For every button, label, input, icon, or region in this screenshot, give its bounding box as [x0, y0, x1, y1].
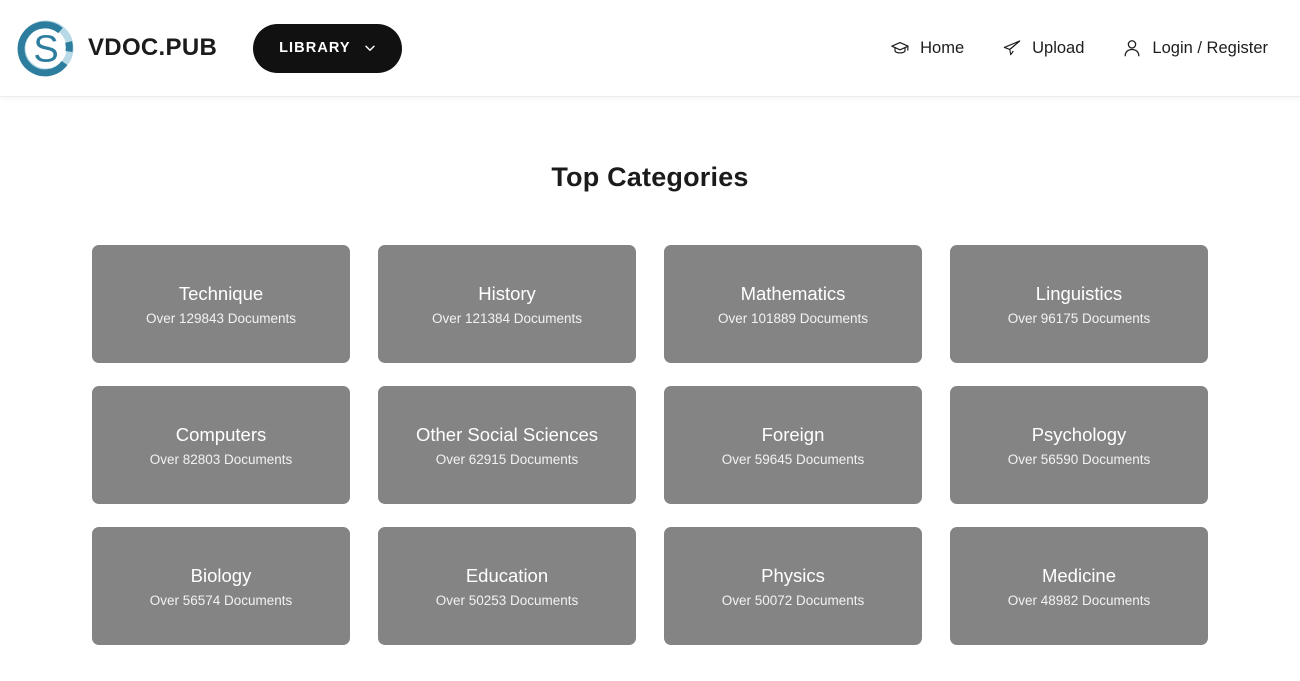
category-card-linguistics[interactable]: Linguistics Over 96175 Documents	[950, 245, 1208, 363]
site-header: S VDOC.PUB LIBRARY Home Upload Login / R…	[0, 0, 1300, 97]
top-categories-grid: Technique Over 129843 Documents History …	[91, 245, 1209, 645]
chevron-down-icon	[365, 45, 375, 51]
category-document-count: Over 56590 Documents	[1007, 452, 1151, 468]
category-card-psychology[interactable]: Psychology Over 56590 Documents	[950, 386, 1208, 504]
category-name: Technique	[178, 282, 264, 304]
category-card-medicine[interactable]: Medicine Over 48982 Documents	[950, 527, 1208, 645]
category-document-count: Over 96175 Documents	[1007, 311, 1151, 327]
category-card-physics[interactable]: Physics Over 50072 Documents	[664, 527, 922, 645]
category-card-mathematics[interactable]: Mathematics Over 101889 Documents	[664, 245, 922, 363]
category-name: Medicine	[1041, 564, 1117, 586]
user-icon	[1124, 40, 1140, 57]
vdoc-circle-s-logo-icon: S	[17, 20, 74, 77]
category-card-computers[interactable]: Computers Over 82803 Documents	[92, 386, 350, 504]
nav-item-upload[interactable]: Upload	[1002, 38, 1084, 58]
library-button[interactable]: LIBRARY	[253, 23, 402, 73]
library-button-label: LIBRARY	[279, 40, 351, 56]
page-title: Top Categories	[551, 162, 749, 192]
category-name: Foreign	[761, 423, 825, 445]
nav-item-login-register-label: Login / Register	[1152, 38, 1268, 57]
primary-nav: Home Upload Login / Register	[890, 38, 1268, 58]
category-name: Biology	[190, 564, 252, 586]
graduation-cap-icon	[891, 41, 909, 54]
nav-item-upload-label: Upload	[1032, 38, 1085, 57]
category-document-count: Over 121384 Documents	[431, 311, 583, 327]
nav-item-login-register[interactable]: Login / Register	[1122, 38, 1268, 58]
svg-text:S: S	[33, 29, 58, 71]
category-name: Education	[465, 564, 549, 586]
category-name: Other Social Sciences	[415, 423, 598, 445]
category-name: Mathematics	[740, 282, 846, 304]
category-card-biology[interactable]: Biology Over 56574 Documents	[92, 527, 350, 645]
category-card-history[interactable]: History Over 121384 Documents	[378, 245, 636, 363]
brand-name: VDOC.PUB	[88, 34, 218, 61]
category-document-count: Over 50253 Documents	[435, 593, 579, 609]
category-card-technique[interactable]: Technique Over 129843 Documents	[92, 245, 350, 363]
paper-plane-icon	[1003, 40, 1021, 56]
category-name: Psychology	[1031, 423, 1127, 445]
category-document-count: Over 56574 Documents	[149, 593, 293, 609]
category-name: Physics	[761, 564, 825, 586]
main-content: Top Categories Technique Over 129843 Doc…	[0, 97, 1300, 681]
nav-item-home[interactable]: Home	[890, 38, 964, 58]
category-card-education[interactable]: Education Over 50253 Documents	[378, 527, 636, 645]
category-document-count: Over 48982 Documents	[1007, 593, 1151, 609]
category-document-count: Over 101889 Documents	[717, 311, 869, 327]
category-card-other-social-sciences[interactable]: Other Social Sciences Over 62915 Documen…	[378, 386, 636, 504]
category-name: Computers	[175, 423, 267, 445]
category-card-foreign[interactable]: Foreign Over 59645 Documents	[664, 386, 922, 504]
category-name: History	[478, 282, 536, 304]
category-document-count: Over 50072 Documents	[721, 593, 865, 609]
category-document-count: Over 59645 Documents	[721, 452, 865, 468]
page-root: S VDOC.PUB LIBRARY Home Upload Login / R…	[0, 0, 1300, 681]
brand-logo-link[interactable]: S VDOC.PUB	[16, 18, 217, 78]
category-document-count: Over 62915 Documents	[435, 452, 579, 468]
nav-item-home-label: Home	[920, 38, 965, 57]
category-name: Linguistics	[1035, 282, 1123, 304]
category-document-count: Over 82803 Documents	[149, 452, 293, 468]
category-document-count: Over 129843 Documents	[145, 311, 297, 327]
